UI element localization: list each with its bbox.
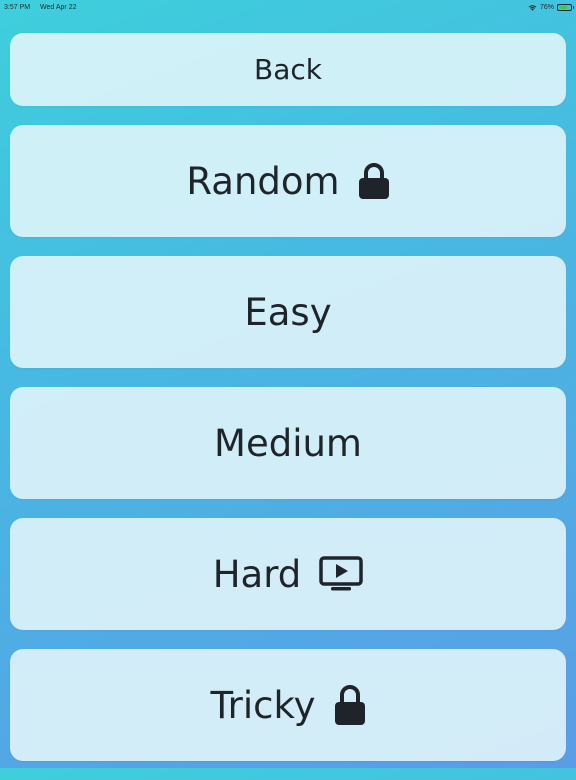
lock-icon <box>334 684 366 726</box>
battery-icon <box>557 3 574 11</box>
level-menu: Back Random Easy Medium Hard Tricky <box>10 33 566 780</box>
status-time: 3:57 PM <box>4 3 31 11</box>
back-button-label: Back <box>254 53 322 86</box>
tv-play-icon <box>319 556 364 592</box>
level-button-label: Tricky <box>210 683 316 727</box>
lock-icon <box>358 162 390 200</box>
status-right: 76% <box>528 3 574 11</box>
level-button-label: Random <box>186 159 340 203</box>
level-button-medium[interactable]: Medium <box>10 387 566 499</box>
back-button[interactable]: Back <box>10 33 566 106</box>
level-button-tricky[interactable]: Tricky <box>10 649 566 761</box>
level-button-easy[interactable]: Easy <box>10 256 566 368</box>
battery-fill <box>559 5 568 9</box>
level-button-random[interactable]: Random <box>10 125 566 237</box>
status-date: Wed Apr 22 <box>40 3 77 11</box>
level-button-label: Easy <box>244 290 332 334</box>
wifi-icon <box>528 4 537 11</box>
status-bar: 3:57 PM Wed Apr 22 76% <box>0 0 576 14</box>
status-left: 3:57 PM Wed Apr 22 <box>4 4 84 11</box>
level-button-label: Medium <box>214 421 362 465</box>
level-button-hard[interactable]: Hard <box>10 518 566 630</box>
level-button-label: Hard <box>212 552 302 596</box>
battery-percentage: 76% <box>539 3 554 11</box>
